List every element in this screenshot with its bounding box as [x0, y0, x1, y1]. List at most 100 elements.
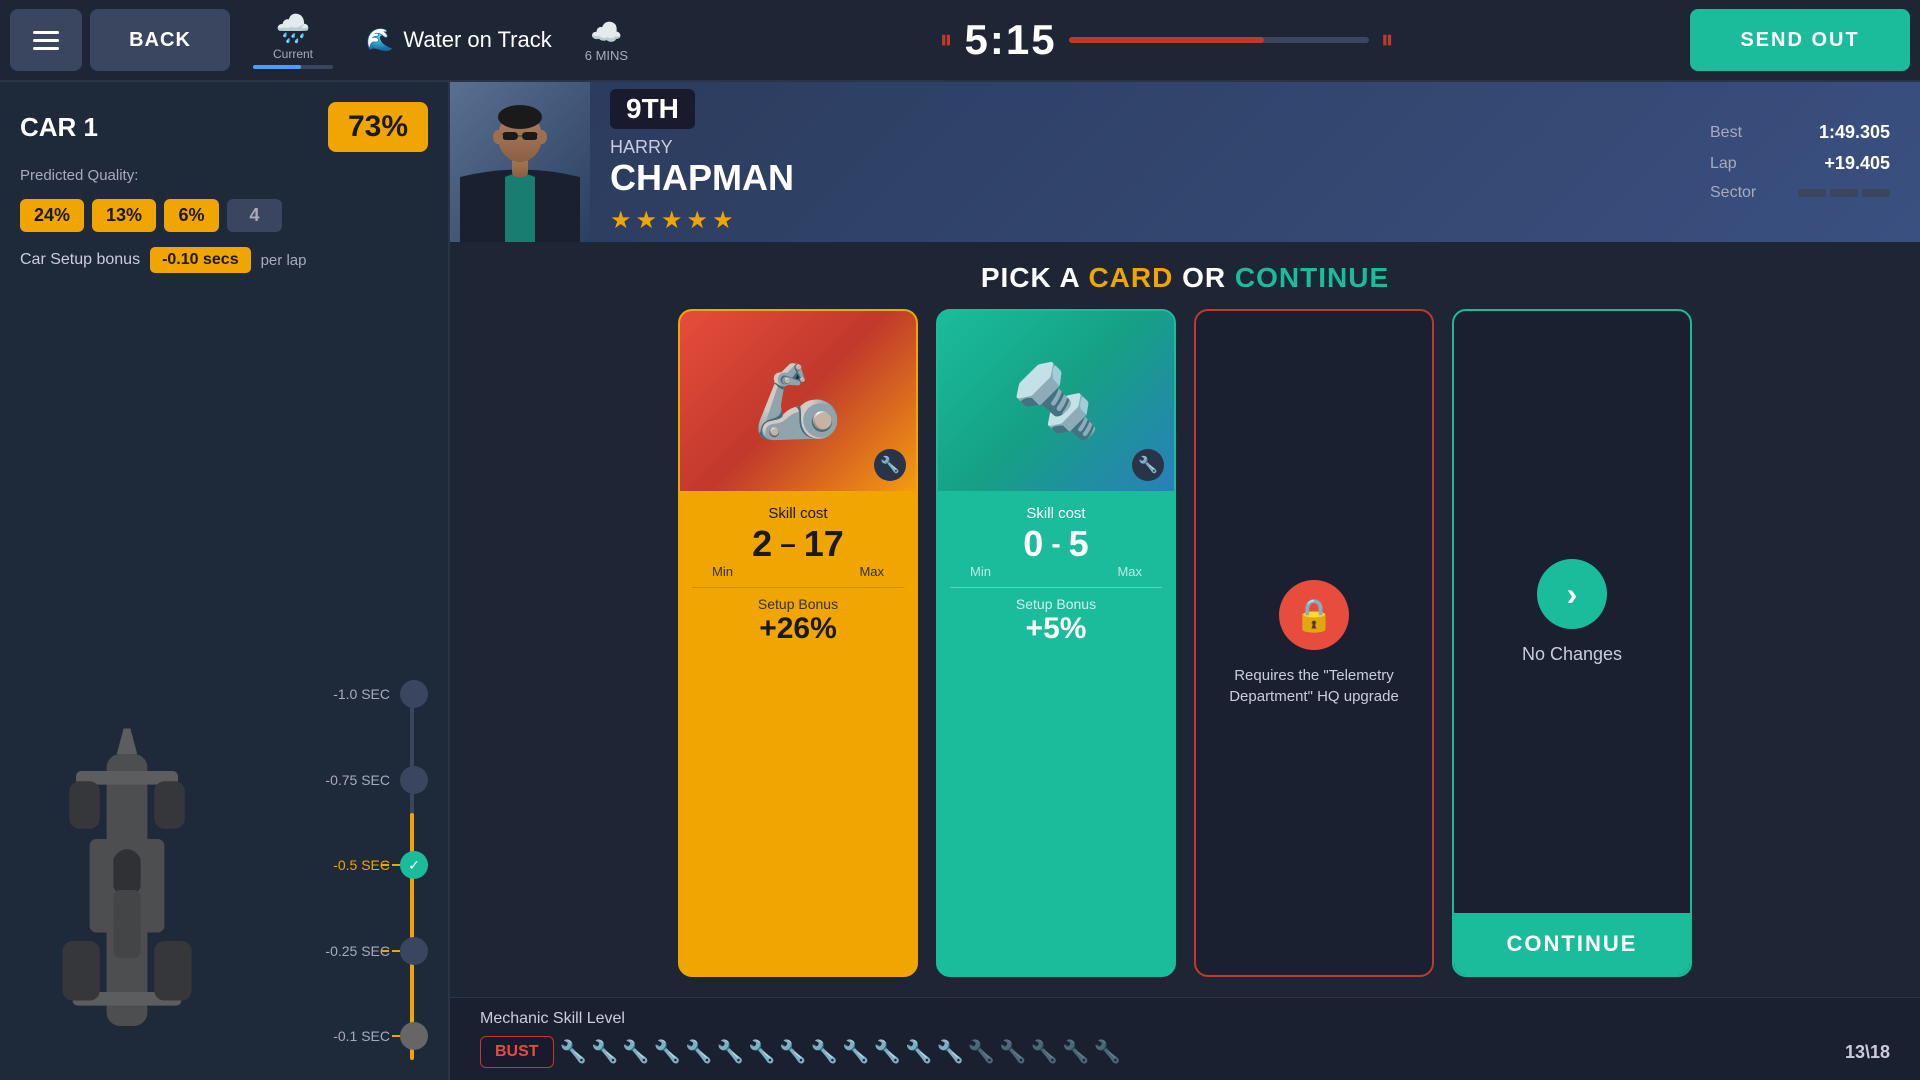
card-2-dash: - — [1051, 530, 1060, 558]
lap-label: Lap — [1710, 155, 1770, 173]
wrench-icon-2: 🔧 — [591, 1039, 618, 1065]
star-1: ★ — [610, 206, 632, 235]
card-1-min: 2 — [752, 526, 772, 562]
card-1-image: 🦾 🔧 — [680, 311, 916, 491]
wrench-icon-16: 🔧 — [1031, 1039, 1058, 1065]
card-3-locked[interactable]: 🔒 Requires the "Telemetry Department" HQ… — [1194, 309, 1434, 977]
card-2-mechanic-icon: 🔩 — [1011, 359, 1101, 444]
water-waves-icon: 🌊 — [366, 27, 393, 53]
card-4-body: › No Changes CONTINUE — [1454, 311, 1690, 975]
top-bar: BACK 🌧️ Current 🌊 Water on Track ☁️ 6 MI… — [0, 0, 1920, 82]
mechanic-bar: BUST 🔧🔧🔧🔧🔧🔧🔧🔧🔧🔧🔧🔧🔧🔧🔧🔧🔧🔧 13\18 — [480, 1036, 1890, 1068]
card-1-skill-cost-label: Skill cost — [692, 505, 904, 522]
star-3: ★ — [661, 206, 683, 235]
card-2[interactable]: 🔩 🔧 Skill cost 0 - 5 Min Max — [936, 309, 1176, 977]
menu-button[interactable] — [10, 9, 82, 71]
best-value: 1:49.305 — [1819, 122, 1890, 143]
next-time-label: 6 MINS — [585, 48, 628, 63]
mechanic-level-label: Mechanic Skill Level — [480, 1010, 1890, 1028]
driver-first-name: HARRY — [610, 137, 1660, 158]
wrench-icon-18: 🔧 — [1093, 1039, 1120, 1065]
continue-label: CONTINUE — [1235, 262, 1389, 293]
rain-cloud-icon: 🌧️ — [276, 12, 311, 45]
slider-circle-1[interactable] — [400, 680, 428, 708]
checkmark-icon: ✓ — [408, 857, 420, 874]
position-badge: 9TH — [610, 89, 695, 129]
pill-2: 13% — [92, 199, 156, 232]
card-1-min-max-labels: Min Max — [692, 564, 904, 579]
pause-button-left[interactable]: ⏸ — [940, 24, 953, 56]
current-condition: 🌧️ Current — [238, 12, 348, 69]
slider-circle-2[interactable] — [400, 766, 428, 794]
card-1-max: 17 — [804, 526, 844, 562]
setup-bonus-label: Car Setup bonus — [20, 251, 140, 269]
wrench-icon-15: 🔧 — [999, 1039, 1026, 1065]
card-2-body: Skill cost 0 - 5 Min Max Setup Bonus — [938, 491, 1174, 660]
card-1-body: Skill cost 2 – 17 Min Max Setup Bonus — [680, 491, 916, 660]
card-3-body: 🔒 Requires the "Telemetry Department" HQ… — [1196, 311, 1432, 975]
card-1-wrench-badge: 🔧 — [874, 449, 906, 481]
current-progress-bar — [253, 65, 333, 69]
sector-bar-1 — [1798, 189, 1826, 197]
driver-info: 9TH HARRY CHAPMAN ★ ★ ★ ★ ★ — [590, 82, 1680, 242]
current-label: Current — [273, 47, 313, 61]
pill-4: 4 — [227, 199, 282, 232]
slider-circle-4[interactable] — [400, 937, 428, 965]
card-2-skill-cost-label: Skill cost — [950, 505, 1162, 522]
slider-tick-4: -0.25 SEC — [248, 937, 428, 965]
card-1-max-label: Max — [859, 564, 884, 579]
driver-stats: Best 1:49.305 Lap +19.405 Sector — [1680, 82, 1920, 242]
mechanic-count: 13\18 — [1845, 1042, 1890, 1063]
card-2-setup-bonus-label: Setup Bonus — [950, 596, 1162, 612]
back-button[interactable]: BACK — [90, 9, 230, 71]
timer-progress-fill — [1069, 37, 1264, 43]
card-2-setup-bonus: Setup Bonus +5% — [950, 587, 1162, 646]
slider-label-4: -0.25 SEC — [320, 943, 390, 959]
lock-icon: 🔒 — [1279, 580, 1349, 650]
current-progress-fill — [253, 65, 301, 69]
star-4: ★ — [687, 206, 709, 235]
setup-bonus-row: Car Setup bonus -0.10 secs per lap — [20, 247, 428, 273]
star-2: ★ — [636, 206, 658, 235]
card-1-setup-bonus-value: +26% — [692, 612, 904, 646]
no-changes-label: No Changes — [1522, 644, 1622, 665]
sector-bars — [1798, 189, 1890, 197]
sector-stat-row: Sector — [1710, 184, 1890, 202]
slider-area: -1.0 SEC -0.75 SEC -0.5 SEC ✓ — [248, 680, 428, 1060]
send-out-button[interactable]: SEND OUT — [1690, 9, 1910, 71]
slider-circle-5[interactable] — [400, 1022, 428, 1050]
driver-stars: ★ ★ ★ ★ ★ — [610, 206, 1660, 235]
slider-label-3-active: -0.5 SEC — [320, 857, 390, 873]
car-top-view-icon — [37, 720, 217, 1060]
main-content: CAR 1 73% Predicted Quality: 24% 13% 6% … — [0, 82, 1920, 1080]
card-1[interactable]: 🦾 🔧 Skill cost 2 – 17 Min Max — [678, 309, 918, 977]
pause-button-right[interactable]: ⏸ — [1381, 24, 1394, 56]
card-4-continue[interactable]: › No Changes CONTINUE — [1452, 309, 1692, 977]
card-2-min: 0 — [1023, 526, 1043, 562]
driver-portrait — [450, 82, 590, 242]
card-label: CARD — [1088, 262, 1173, 293]
card-4-top: › No Changes — [1502, 311, 1642, 913]
wrench-icon-13: 🔧 — [936, 1039, 963, 1065]
card-1-setup-bonus-label: Setup Bonus — [692, 596, 904, 612]
timer-display: 5:15 — [965, 16, 1057, 64]
driver-last-name: CHAPMAN — [610, 158, 1660, 198]
card-1-min-label: Min — [712, 564, 733, 579]
wrench-icon-9: 🔧 — [811, 1039, 838, 1065]
bust-badge: BUST — [480, 1036, 554, 1068]
continue-button[interactable]: CONTINUE — [1454, 913, 1690, 975]
slider-circle-3-active[interactable]: ✓ — [400, 851, 428, 879]
next-cloud-icon: ☁️ — [590, 17, 622, 48]
sector-bar-2 — [1830, 189, 1858, 197]
right-panel: 9TH HARRY CHAPMAN ★ ★ ★ ★ ★ Best 1:49.30… — [450, 82, 1920, 1080]
wrench-icon-14: 🔧 — [968, 1039, 995, 1065]
card-area: PICK A CARD OR CONTINUE 🦾 🔧 Skill cost 2… — [450, 242, 1920, 997]
bottom-section: Mechanic Skill Level BUST 🔧🔧🔧🔧🔧🔧🔧🔧🔧🔧🔧🔧🔧🔧… — [450, 997, 1920, 1080]
slider-tick-5: -0.1 SEC — [248, 1022, 428, 1050]
card-2-skill-range: 0 - 5 — [950, 526, 1162, 562]
slider-tick-1: -1.0 SEC — [248, 680, 428, 708]
timer-progress-bar — [1069, 37, 1369, 43]
best-label: Best — [1710, 124, 1770, 142]
cards-row: 🦾 🔧 Skill cost 2 – 17 Min Max — [480, 309, 1890, 977]
best-stat-row: Best 1:49.305 — [1710, 122, 1890, 143]
